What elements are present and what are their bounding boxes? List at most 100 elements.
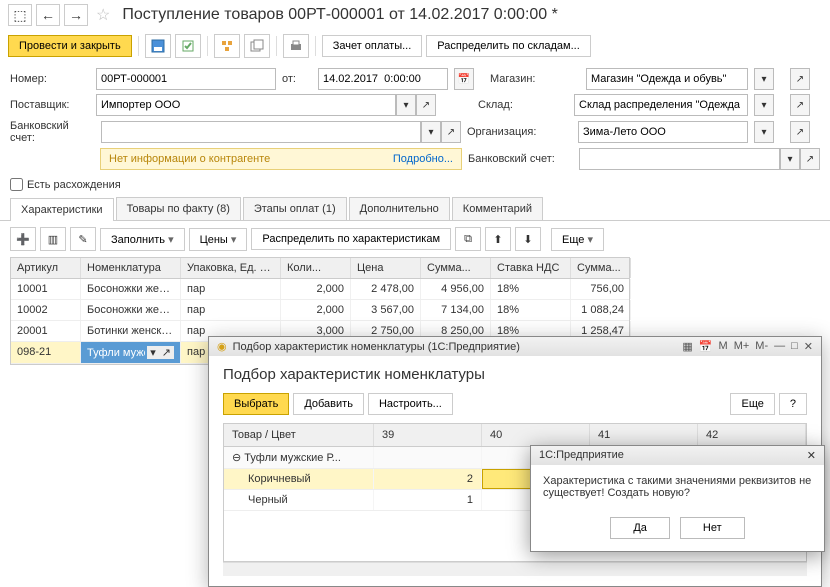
modal-title: Подбор характеристик номенклатуры <box>223 366 807 383</box>
print-icon[interactable] <box>283 34 309 58</box>
cell-open-icon[interactable]: ↗ <box>159 346 174 359</box>
tab-comment[interactable]: Комментарий <box>452 197 543 220</box>
col-sum[interactable]: Сумма... <box>421 258 491 278</box>
mplus-icon[interactable]: M+ <box>734 340 750 353</box>
warehouse-input[interactable] <box>574 94 748 116</box>
bank-dropdown-icon[interactable]: ▾ <box>421 121 441 143</box>
warning-details-link[interactable]: Подробно... <box>393 153 453 165</box>
supplier-dropdown-icon[interactable]: ▾ <box>396 94 416 116</box>
store-input[interactable] <box>586 68 748 90</box>
close-icon[interactable]: ✕ <box>804 340 813 353</box>
edit-icon[interactable]: ✎ <box>70 227 96 251</box>
choose-button[interactable]: Выбрать <box>223 393 289 415</box>
warning-text: Нет информации о контрагенте <box>109 153 270 165</box>
warehouse-dropdown-icon[interactable]: ▾ <box>754 94 774 116</box>
warehouse-open-icon[interactable]: ↗ <box>790 94 810 116</box>
date-picker-icon[interactable]: 📅 <box>454 68 474 90</box>
app-logo-icon: ◉ <box>217 340 227 353</box>
expand-button[interactable]: ⬚ <box>8 4 32 26</box>
cell-dropdown-icon[interactable]: ▾ <box>147 346 159 359</box>
alert-message: Характеристика с такими значениями рекви… <box>531 465 824 509</box>
bank-label: Банковский счет: <box>10 120 95 144</box>
fill-button[interactable]: Заполнить <box>100 228 185 251</box>
org-dropdown-icon[interactable]: ▾ <box>754 121 774 143</box>
org-input[interactable] <box>578 121 748 143</box>
supplier-open-icon[interactable]: ↗ <box>416 94 436 116</box>
add-row-icon[interactable]: ➕ <box>10 227 36 251</box>
alert-close-icon[interactable]: ✕ <box>807 449 816 462</box>
store-dropdown-icon[interactable]: ▾ <box>754 68 774 90</box>
col-41[interactable]: 41 <box>590 424 698 446</box>
bank2-input[interactable] <box>579 148 780 170</box>
col-price[interactable]: Цена <box>351 258 421 278</box>
page-title: Поступление товаров 00РТ-000001 от 14.02… <box>122 6 558 24</box>
supplier-label: Поставщик: <box>10 99 90 111</box>
yes-button[interactable]: Да <box>610 517 670 539</box>
counterparty-warning: Нет информации о контрагенте Подробно... <box>100 148 462 170</box>
org-open-icon[interactable]: ↗ <box>790 121 810 143</box>
tab-characteristics[interactable]: Характеристики <box>10 198 114 221</box>
table-row[interactable]: 10001Босоножки женс...пар2,0002 478,004 … <box>11 279 629 300</box>
move-down-icon[interactable]: ⬇ <box>515 227 541 251</box>
store-open-icon[interactable]: ↗ <box>790 68 810 90</box>
col-40[interactable]: 40 <box>482 424 590 446</box>
calendar-icon[interactable]: 📅 <box>699 340 713 353</box>
no-button[interactable]: Нет <box>680 517 745 539</box>
number-input[interactable] <box>96 68 276 90</box>
col-42[interactable]: 42 <box>698 424 806 446</box>
col-nomenclature[interactable]: Номенклатура <box>81 258 181 278</box>
bank-input[interactable] <box>101 121 421 143</box>
more-button[interactable]: Еще <box>551 228 604 251</box>
col-product-color[interactable]: Товар / Цвет <box>224 424 374 446</box>
copy-icon[interactable]: ⧉ <box>455 227 481 251</box>
mminus-icon[interactable]: M- <box>755 340 768 353</box>
add-button[interactable]: Добавить <box>293 393 364 415</box>
configure-button[interactable]: Настроить... <box>368 393 453 415</box>
move-up-icon[interactable]: ⬆ <box>485 227 511 251</box>
org-label: Организация: <box>467 126 572 138</box>
bank2-label: Банковский счет: <box>468 153 573 165</box>
date-input[interactable] <box>318 68 448 90</box>
forward-button[interactable]: → <box>64 4 88 26</box>
horizontal-scrollbar[interactable] <box>223 562 807 576</box>
post-icon[interactable] <box>175 34 201 58</box>
col-vat-sum[interactable]: Сумма... <box>571 258 631 278</box>
modal-more-button[interactable]: Еще <box>730 393 774 415</box>
distribute-warehouses-button[interactable]: Распределить по складам... <box>426 35 590 57</box>
col-packaging[interactable]: Упаковка, Ед. изм. <box>181 258 281 278</box>
offset-button[interactable]: Зачет оплаты... <box>322 35 423 57</box>
back-button[interactable]: ← <box>36 4 60 26</box>
col-39[interactable]: 39 <box>374 424 482 446</box>
help-button[interactable]: ? <box>779 393 807 415</box>
from-label: от: <box>282 73 312 85</box>
col-article[interactable]: Артикул <box>11 258 81 278</box>
confirm-dialog: 1С:Предприятие ✕ Характеристика с такими… <box>530 445 825 552</box>
col-quantity[interactable]: Коли... <box>281 258 351 278</box>
prices-button[interactable]: Цены <box>189 228 248 251</box>
basis-icon[interactable] <box>244 34 270 58</box>
save-icon[interactable] <box>145 34 171 58</box>
maximize-icon[interactable]: □ <box>791 340 798 353</box>
divergence-label: Есть расхождения <box>27 179 121 191</box>
bank2-open-icon[interactable]: ↗ <box>800 148 820 170</box>
structure-icon[interactable] <box>214 34 240 58</box>
barcode-icon[interactable]: ▥ <box>40 227 66 251</box>
tab-payment-stages[interactable]: Этапы оплат (1) <box>243 197 347 220</box>
calc-icon[interactable]: ▦ <box>682 340 692 353</box>
number-label: Номер: <box>10 73 90 85</box>
m-icon[interactable]: M <box>719 340 728 353</box>
bank2-dropdown-icon[interactable]: ▾ <box>780 148 800 170</box>
favorite-icon[interactable]: ☆ <box>96 5 110 25</box>
warehouse-label: Склад: <box>478 99 568 111</box>
bank-open-icon[interactable]: ↗ <box>441 121 461 143</box>
tab-additional[interactable]: Дополнительно <box>349 197 450 220</box>
divergence-checkbox[interactable] <box>10 178 23 191</box>
minimize-icon[interactable]: — <box>774 340 785 353</box>
supplier-input[interactable] <box>96 94 396 116</box>
alert-title: 1С:Предприятие <box>539 449 624 462</box>
table-row[interactable]: 10002Босоножки женс...пар2,0003 567,007 … <box>11 300 629 321</box>
col-vat[interactable]: Ставка НДС <box>491 258 571 278</box>
distribute-chars-button[interactable]: Распределить по характеристикам <box>251 228 451 250</box>
post-and-close-button[interactable]: Провести и закрыть <box>8 35 132 57</box>
tab-goods-fact[interactable]: Товары по факту (8) <box>116 197 241 220</box>
